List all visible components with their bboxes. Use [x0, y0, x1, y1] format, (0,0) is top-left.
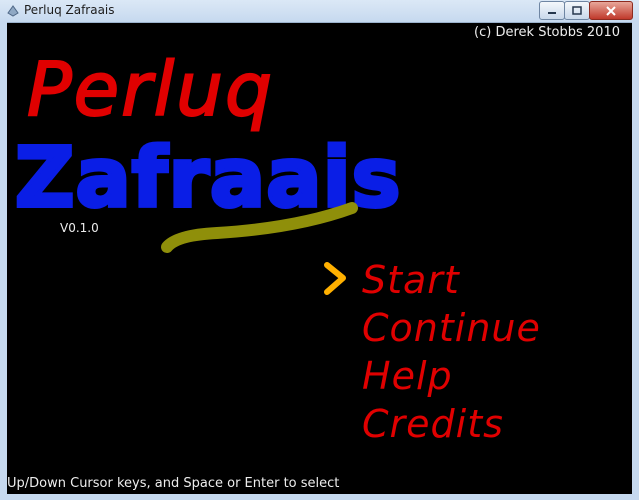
copyright-text: (c) Derek Stobbs 2010 — [474, 25, 620, 40]
menu-item-label: Start — [362, 258, 460, 302]
window-frame-right — [632, 22, 639, 500]
version-label: V0.1.0 — [60, 221, 99, 235]
window-frame-bottom — [0, 494, 639, 500]
menu-item-label: Credits — [362, 402, 504, 446]
window-title: Perluq Zafraais — [24, 3, 115, 17]
instructions-text: Up/Down Cursor keys, and Space or Enter … — [7, 476, 340, 491]
menu-cursor-icon — [324, 262, 346, 295]
maximize-icon — [572, 6, 582, 15]
window-controls — [539, 1, 633, 20]
maximize-button[interactable] — [564, 1, 590, 20]
app-icon — [7, 5, 19, 17]
title-bar[interactable]: Perluq Zafraais — [0, 0, 639, 23]
window-frame-left — [0, 22, 7, 500]
game-viewport[interactable]: Perluq Zafraais (c) Derek Stobbs 2010 V0… — [7, 23, 632, 494]
close-icon — [606, 5, 616, 16]
menu-item-start[interactable]: Start — [324, 256, 541, 304]
minimize-button[interactable] — [539, 1, 565, 20]
menu-item-credits[interactable]: Credits — [357, 400, 541, 448]
menu-item-label: Help — [362, 354, 453, 398]
minimize-icon — [548, 11, 556, 14]
menu-item-label: Continue — [362, 306, 541, 350]
menu-item-help[interactable]: Help — [357, 352, 541, 400]
main-menu: Start Continue Help Credits — [324, 256, 541, 448]
menu-item-continue[interactable]: Continue — [357, 304, 541, 352]
close-button[interactable] — [589, 1, 633, 20]
logo-line1: Perluq — [27, 47, 274, 133]
